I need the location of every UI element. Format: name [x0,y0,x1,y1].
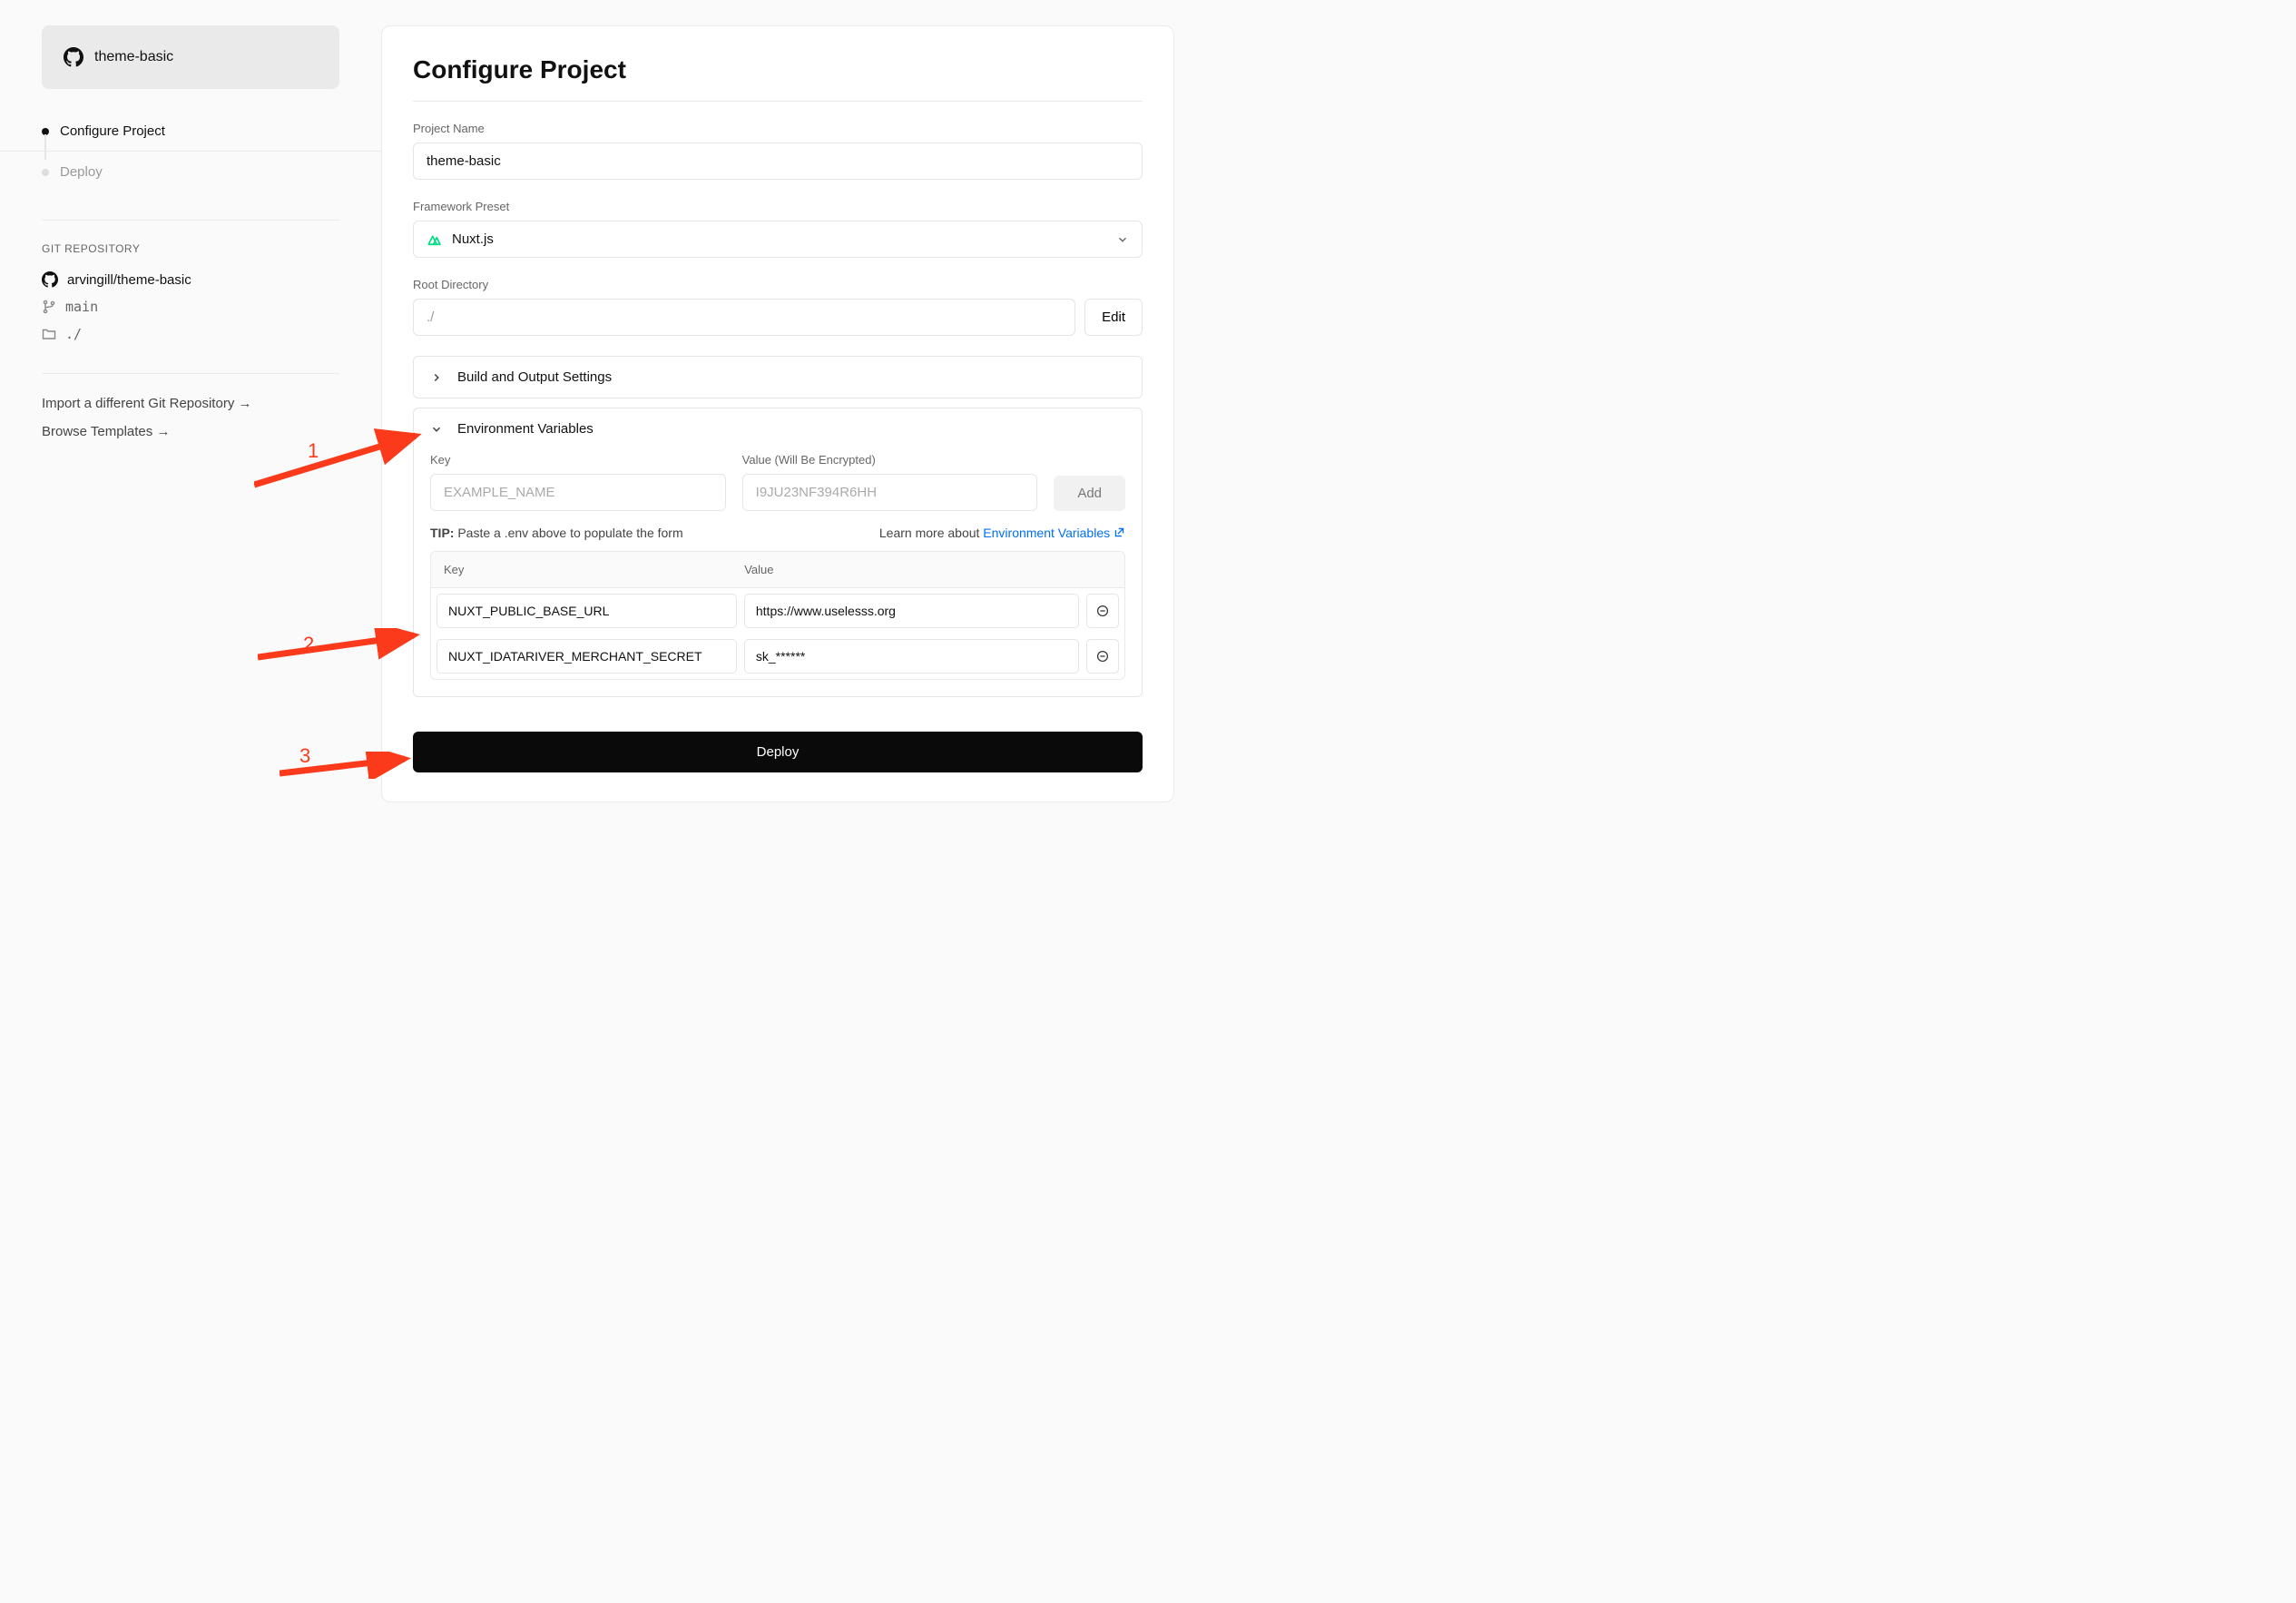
annotation-1: 1 [308,439,319,463]
repo-name: theme-basic [94,49,173,65]
import-repo-link[interactable]: Import a different Git Repository → [42,396,339,411]
project-name-field: Project Name [413,122,1143,180]
env-tip: TIP: Paste a .env above to populate the … [430,526,683,540]
root-dir-input [413,299,1075,336]
deploy-button[interactable]: Deploy [413,732,1143,772]
git-branch: main [65,299,98,315]
framework-select[interactable]: Nuxt.js [413,221,1143,258]
chevron-down-icon [430,423,443,436]
table-row [431,634,1124,679]
env-toggle[interactable]: Environment Variables [414,408,1142,449]
step-deploy[interactable]: Deploy [42,161,339,183]
sidebar: theme-basic Configure Project Deploy GIT… [0,0,381,831]
chevron-right-icon [430,371,443,384]
git-root-line: ./ [42,326,339,342]
git-branch-line: main [42,299,339,315]
sidebar-links: Import a different Git Repository → Brow… [42,396,339,439]
github-icon [64,47,83,67]
env-learn-link[interactable]: Environment Variables [983,526,1125,540]
project-name-input[interactable] [413,143,1143,180]
framework-label: Framework Preset [413,200,1143,213]
env-section-label: Environment Variables [457,421,594,437]
env-value-input[interactable] [742,474,1038,511]
git-root: ./ [65,326,82,342]
env-key-cell[interactable] [437,639,737,674]
build-settings-label: Build and Output Settings [457,369,612,385]
table-head-value: Value [744,563,1112,576]
folder-icon [42,327,56,341]
remove-button[interactable] [1086,594,1119,628]
browse-templates-link[interactable]: Browse Templates → [42,424,339,439]
env-learn-more: Learn more about Environment Variables [879,526,1125,540]
root-dir-label: Root Directory [413,278,1143,291]
env-key-label: Key [430,453,726,467]
annotation-2: 2 [303,633,314,656]
git-section-label: GIT REPOSITORY [42,242,339,255]
edit-button[interactable]: Edit [1084,299,1143,336]
external-link-icon [1114,526,1125,538]
env-value-label: Value (Will Be Encrypted) [742,453,1038,467]
minus-circle-icon [1096,650,1109,663]
steps-list: Configure Project Deploy [42,120,339,183]
page-title: Configure Project [413,55,1143,84]
chevron-down-icon [1116,233,1129,246]
table-row [431,588,1124,634]
framework-value: Nuxt.js [452,231,494,247]
annotation-3: 3 [299,744,310,768]
env-key-cell[interactable] [437,594,737,628]
env-key-input[interactable] [430,474,726,511]
framework-field: Framework Preset Nuxt.js [413,200,1143,258]
project-name-label: Project Name [413,122,1143,135]
env-accordion: Environment Variables Key Value (Will Be… [413,408,1143,697]
build-settings-toggle[interactable]: Build and Output Settings [414,357,1142,398]
minus-circle-icon [1096,605,1109,617]
configure-panel: Configure Project Project Name Framework… [381,25,1174,802]
git-repo-line: arvingill/theme-basic [42,271,339,288]
table-head-key: Key [444,563,744,576]
env-tip-text: Paste a .env above to populate the form [454,526,682,540]
root-dir-field: Root Directory Edit [413,278,1143,336]
branch-icon [42,300,56,314]
step-configure[interactable]: Configure Project [42,120,339,143]
env-value-cell[interactable] [744,639,1079,674]
build-settings-accordion: Build and Output Settings [413,356,1143,398]
git-repo-path: arvingill/theme-basic [67,272,191,288]
env-value-cell[interactable] [744,594,1079,628]
env-var-table: Key Value [430,551,1125,680]
repo-card: theme-basic [42,25,339,89]
github-icon [42,271,58,288]
env-tip-prefix: TIP: [430,526,454,540]
nuxt-icon [427,233,443,246]
remove-button[interactable] [1086,639,1119,674]
main: Configure Project Project Name Framework… [381,0,1189,831]
add-button[interactable]: Add [1054,476,1125,511]
